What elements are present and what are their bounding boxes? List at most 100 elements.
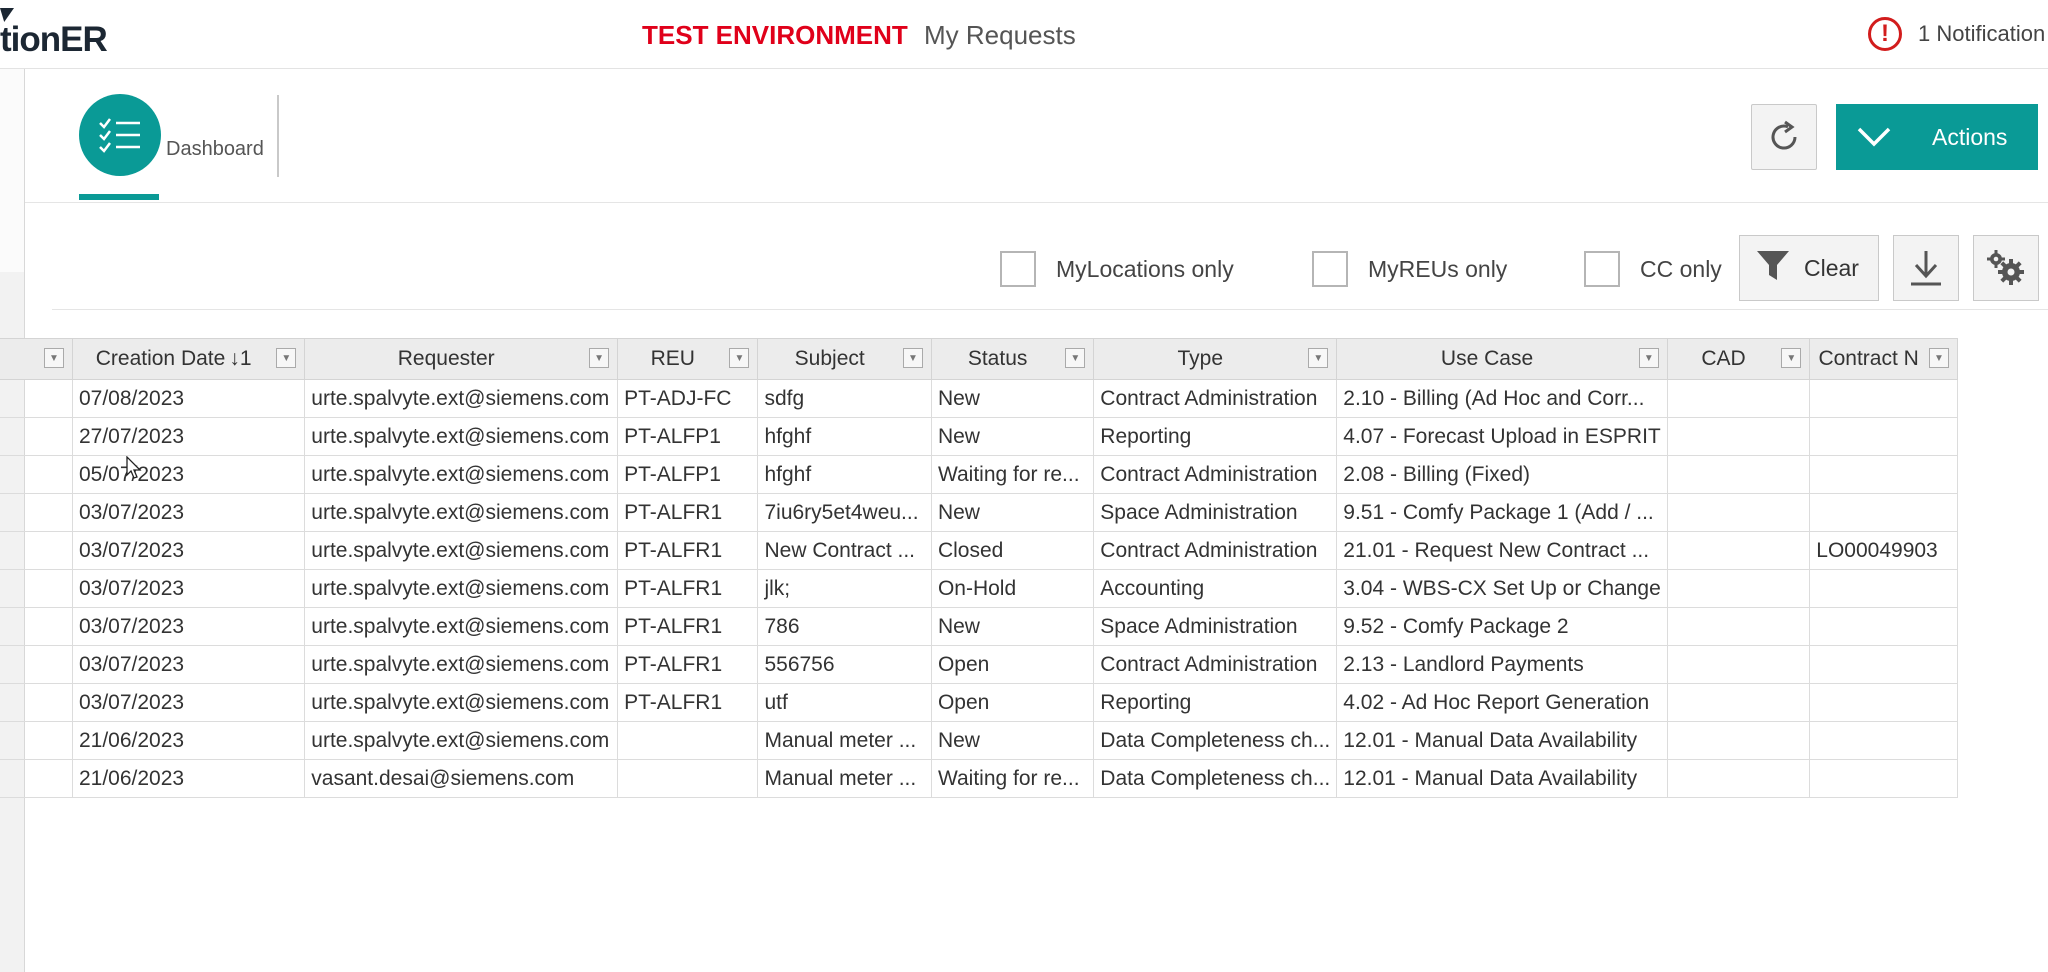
column-header[interactable]: REU ▼ bbox=[617, 338, 759, 380]
table-cell[interactable] bbox=[617, 721, 759, 760]
table-cell[interactable] bbox=[0, 683, 73, 722]
dashboard-label[interactable]: Dashboard bbox=[166, 138, 264, 161]
table-cell[interactable] bbox=[1666, 531, 1811, 570]
myreus-filter[interactable]: MyREUs only bbox=[1312, 250, 1507, 288]
table-row[interactable]: 03/07/2023 urte.spalvyte.ext@siemens.com P… bbox=[0, 531, 1958, 570]
table-cell[interactable]: PT-ALFR1 bbox=[617, 493, 759, 532]
notifications[interactable]: ! 1 Notification bbox=[1868, 14, 2045, 54]
table-cell[interactable] bbox=[1809, 721, 1958, 760]
table-cell[interactable]: New bbox=[930, 607, 1095, 646]
table-cell[interactable]: Space Administration bbox=[1093, 607, 1338, 646]
table-cell[interactable] bbox=[1809, 569, 1958, 608]
settings-button[interactable] bbox=[1973, 235, 2039, 301]
table-cell[interactable]: PT-ALFP1 bbox=[617, 455, 759, 494]
table-cell[interactable]: 4.02 - Ad Hoc Report Generation bbox=[1336, 683, 1668, 722]
table-cell[interactable] bbox=[1809, 455, 1958, 494]
column-filter-icon[interactable]: ▼ bbox=[1308, 348, 1329, 368]
table-cell[interactable]: 21/06/2023 bbox=[71, 721, 306, 760]
table-cell[interactable]: New bbox=[930, 493, 1095, 532]
table-row[interactable]: 03/07/2023 urte.spalvyte.ext@siemens.com P… bbox=[0, 493, 1958, 532]
table-cell[interactable]: 07/08/2023 bbox=[71, 379, 306, 418]
table-cell[interactable]: 21/06/2023 bbox=[71, 759, 306, 798]
table-cell[interactable]: Data Completeness ch... bbox=[1093, 721, 1338, 760]
table-row[interactable]: 03/07/2023 urte.spalvyte.ext@siemens.com P… bbox=[0, 569, 1958, 608]
table-cell[interactable]: PT-ADJ-FC bbox=[617, 379, 759, 418]
column-filter-icon[interactable]: ▼ bbox=[1638, 348, 1659, 368]
cc-only-filter[interactable]: CC only bbox=[1584, 250, 1722, 288]
table-cell[interactable]: Reporting bbox=[1093, 417, 1338, 456]
table-cell[interactable] bbox=[1666, 759, 1811, 798]
table-cell[interactable]: Open bbox=[930, 645, 1095, 684]
cc-only-label[interactable]: CC only bbox=[1640, 256, 1722, 283]
table-cell[interactable]: urte.spalvyte.ext@siemens.com bbox=[304, 645, 619, 684]
table-cell[interactable]: PT-ALFP1 bbox=[617, 417, 759, 456]
column-filter-icon[interactable]: ▼ bbox=[902, 348, 923, 368]
table-cell[interactable]: hfghf bbox=[757, 417, 932, 456]
table-cell[interactable]: 03/07/2023 bbox=[71, 531, 306, 570]
table-cell[interactable]: 12.01 - Manual Data Availability bbox=[1336, 759, 1668, 798]
table-cell[interactable] bbox=[0, 379, 73, 418]
table-cell[interactable]: urte.spalvyte.ext@siemens.com bbox=[304, 721, 619, 760]
table-cell[interactable] bbox=[0, 455, 73, 494]
table-cell[interactable] bbox=[1809, 683, 1958, 722]
table-row[interactable]: 05/07/2023 urte.spalvyte.ext@siemens.com P… bbox=[0, 455, 1958, 494]
table-cell[interactable]: 27/07/2023 bbox=[71, 417, 306, 456]
table-row[interactable]: 21/06/2023 vasant.desai@siemens.com Manual… bbox=[0, 759, 1958, 798]
table-cell[interactable]: Waiting for re... bbox=[930, 759, 1095, 798]
table-cell[interactable]: 9.52 - Comfy Package 2 bbox=[1336, 607, 1668, 646]
table-cell[interactable]: 03/07/2023 bbox=[71, 569, 306, 608]
table-cell[interactable]: PT-ALFR1 bbox=[617, 531, 759, 570]
table-cell[interactable] bbox=[1809, 379, 1958, 418]
table-cell[interactable]: 12.01 - Manual Data Availability bbox=[1336, 721, 1668, 760]
table-cell[interactable] bbox=[1809, 759, 1958, 798]
column-header[interactable]: Type ▼ bbox=[1093, 338, 1338, 380]
table-cell[interactable]: Accounting bbox=[1093, 569, 1338, 608]
notifications-label[interactable]: 1 Notification bbox=[1918, 21, 2045, 47]
table-cell[interactable]: 7iu6ry5et4weu... bbox=[757, 493, 932, 532]
table-row[interactable]: 03/07/2023 urte.spalvyte.ext@siemens.com P… bbox=[0, 607, 1958, 646]
table-cell[interactable]: Contract Administration bbox=[1093, 455, 1338, 494]
table-cell[interactable] bbox=[617, 759, 759, 798]
actions-button[interactable]: Actions bbox=[1836, 104, 2038, 170]
table-cell[interactable]: New Contract ... bbox=[757, 531, 932, 570]
table-cell[interactable]: 05/07/2023 bbox=[71, 455, 306, 494]
table-cell[interactable]: On-Hold bbox=[930, 569, 1095, 608]
table-cell[interactable]: 03/07/2023 bbox=[71, 683, 306, 722]
table-cell[interactable]: 2.13 - Landlord Payments bbox=[1336, 645, 1668, 684]
column-header[interactable]: Status ▼ bbox=[930, 338, 1095, 380]
table-cell[interactable]: urte.spalvyte.ext@siemens.com bbox=[304, 379, 619, 418]
column-filter-icon[interactable]: ▼ bbox=[589, 348, 610, 368]
column-filter-icon[interactable]: ▼ bbox=[43, 348, 64, 368]
table-cell[interactable]: Data Completeness ch... bbox=[1093, 759, 1338, 798]
mylocations-label[interactable]: MyLocations only bbox=[1056, 256, 1234, 283]
table-cell[interactable] bbox=[0, 417, 73, 456]
table-cell[interactable] bbox=[1809, 607, 1958, 646]
table-row[interactable]: 07/08/2023 urte.spalvyte.ext@siemens.com P… bbox=[0, 379, 1958, 418]
table-cell[interactable] bbox=[1666, 379, 1811, 418]
alert-icon[interactable]: ! bbox=[1868, 17, 1902, 51]
table-row[interactable]: 03/07/2023 urte.spalvyte.ext@siemens.com P… bbox=[0, 683, 1958, 722]
left-sidebar-scroll[interactable] bbox=[0, 69, 25, 272]
table-cell[interactable]: urte.spalvyte.ext@siemens.com bbox=[304, 493, 619, 532]
table-cell[interactable]: hfghf bbox=[757, 455, 932, 494]
app-logo[interactable]: tionER bbox=[0, 20, 108, 60]
column-header[interactable]: Creation Date ↓1 ▼ bbox=[71, 338, 306, 380]
column-filter-icon[interactable]: ▼ bbox=[729, 348, 750, 368]
table-cell[interactable]: PT-ALFR1 bbox=[617, 645, 759, 684]
table-cell[interactable]: 4.07 - Forecast Upload in ESPRIT bbox=[1336, 417, 1668, 456]
table-cell[interactable]: Reporting bbox=[1093, 683, 1338, 722]
table-cell[interactable]: urte.spalvyte.ext@siemens.com bbox=[304, 531, 619, 570]
table-cell[interactable] bbox=[1666, 683, 1811, 722]
column-filter-icon[interactable]: ▼ bbox=[276, 348, 297, 368]
myreus-checkbox[interactable] bbox=[1312, 251, 1348, 287]
table-cell[interactable]: LO00049903 bbox=[1809, 531, 1958, 570]
table-cell[interactable]: utf bbox=[757, 683, 932, 722]
column-header[interactable]: Contract N ▼ bbox=[1809, 338, 1958, 380]
table-cell[interactable] bbox=[1666, 493, 1811, 532]
table-cell[interactable]: Contract Administration bbox=[1093, 645, 1338, 684]
mylocations-filter[interactable]: MyLocations only bbox=[1000, 250, 1234, 288]
table-cell[interactable]: Contract Administration bbox=[1093, 531, 1338, 570]
table-cell[interactable] bbox=[0, 721, 73, 760]
table-cell[interactable]: 556756 bbox=[757, 645, 932, 684]
table-cell[interactable]: 03/07/2023 bbox=[71, 493, 306, 532]
